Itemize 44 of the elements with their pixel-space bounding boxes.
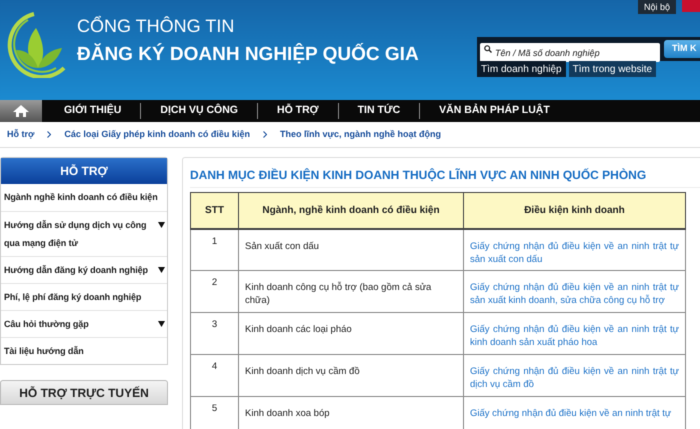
condition-link[interactable]: Giấy chứng nhận đủ điều kiện về an ninh trật tự dịch vụ cầm đồ	[464, 354, 686, 396]
column-header: STT	[190, 192, 238, 228]
nav-link[interactable]: HỖ TRỢ	[258, 103, 338, 119]
table-cell: 2	[190, 270, 238, 312]
condition-link[interactable]: Giấy chứng nhận đủ điều kiện về an ninh trật tự kinh doanh sản xuất pháo hoa	[464, 312, 686, 354]
search-icon	[484, 45, 492, 53]
nav-link[interactable]: GIỚI THIỆU	[42, 103, 140, 119]
table-cell: Kinh doanh công cụ hỗ trợ (bao gồm cả sửa chữa)	[238, 270, 464, 312]
column-header: Ngành, nghề kinh doanh có điều kiện	[238, 192, 464, 228]
site-title: ĐĂNG KÝ DOANH NGHIỆP QUỐC GIA	[77, 44, 419, 66]
search-mode-tab[interactable]: Tìm doanh nghiệp	[477, 61, 566, 77]
search-field[interactable]: Tên / Mã số doanh nghiệp	[480, 43, 660, 62]
sidebar-item[interactable]: Tài liệu hướng dẫn	[4, 342, 165, 360]
breadcrumb-link[interactable]: Các loại Giấy phép kinh doanh có điều kiện	[64, 128, 250, 142]
nav-link[interactable]: TIN TỨC	[338, 103, 420, 119]
home-tab[interactable]	[0, 100, 42, 122]
sidebar-item[interactable]: Câu hỏi thường gặp	[4, 315, 158, 333]
internal-link[interactable]: Nội bộ	[638, 0, 676, 14]
sidebar-item[interactable]: Ngành nghề kinh doanh có điều kiện	[4, 188, 165, 206]
condition-link[interactable]: Giấy chứng nhận đủ điều kiện về an ninh trật tự sản xuất con dấu	[464, 228, 686, 270]
nav-link[interactable]: DỊCH VỤ CÔNG	[141, 103, 257, 119]
content-title: DANH MỤC ĐIỀU KIỆN KINH DOANH THUỘC LĨNH VỰC AN NINH QUỐC PHÒNG	[190, 167, 700, 188]
nav-link[interactable]: VĂN BẢN PHÁP LUẬT	[420, 103, 569, 119]
table-cell: 1	[190, 228, 238, 270]
table-cell: Sản xuất con dấu	[238, 228, 464, 270]
table-cell: Kinh doanh các loại pháo	[238, 312, 464, 354]
breadcrumb-link[interactable]: Hỗ trợ	[7, 128, 34, 142]
table-cell: 4	[190, 354, 238, 396]
site-subtitle: CỔNG THÔNG TIN	[77, 16, 236, 36]
sidebar-header: HỖ TRỢ	[1, 158, 167, 184]
sidebar-item[interactable]: Hướng dẫn đăng ký doanh nghiệp	[4, 261, 158, 279]
search-mode-tab[interactable]: Tìm trong website	[568, 61, 656, 77]
chevron-right-icon	[47, 131, 52, 138]
home-icon	[12, 104, 30, 118]
table-cell: 5	[190, 396, 238, 429]
chevron-right-icon	[262, 131, 267, 138]
sidebar-item[interactable]: Hướng dẫn sử dụng dịch vụ công qua mạng điện tử	[4, 216, 158, 252]
table-cell: Kinh doanh dịch vụ cầm đồ	[238, 354, 464, 396]
condition-link[interactable]: Giấy chứng nhận đủ điều kiện về an ninh trật tự sản xuất kinh doanh, sửa chữa công cụ hỗ trợ	[464, 270, 686, 312]
online-support-header: HỖ TRỢ TRỰC TUYẾN	[0, 380, 168, 405]
table-cell: 3	[190, 312, 238, 354]
breadcrumb-link[interactable]: Theo lĩnh vực, ngành nghề hoạt động	[280, 128, 441, 142]
sidebar-item[interactable]: Phí, lệ phí đăng ký doanh nghiệp	[4, 288, 165, 306]
column-header: Điều kiện kinh doanh	[464, 192, 686, 228]
